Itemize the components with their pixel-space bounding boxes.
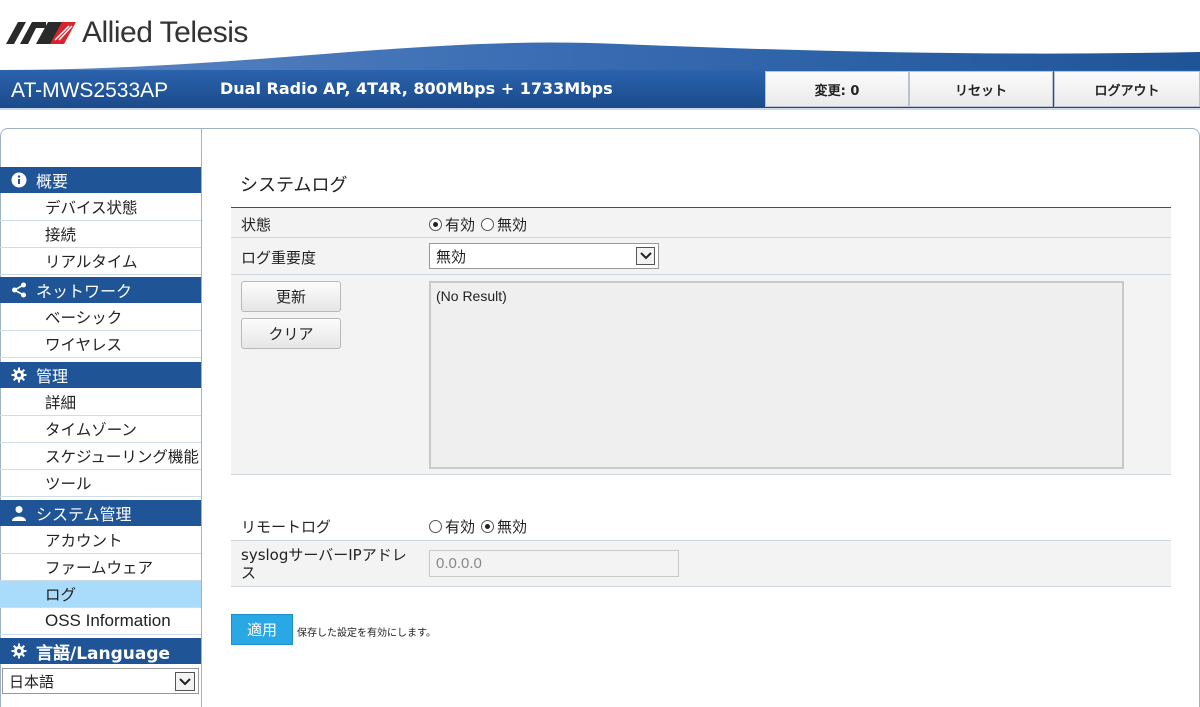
status-radio-group: 有効 無効 [429,214,533,235]
syslog-ip-input[interactable]: 0.0.0.0 [429,550,679,577]
severity-label: ログ重要度 [241,249,317,267]
severity-select[interactable]: 無効 [429,243,659,269]
language-select[interactable]: 日本語 [2,668,199,694]
gear-icon [10,367,27,384]
sidebar-section-label: システム管理 [36,505,132,524]
radio-button[interactable] [481,218,495,231]
severity-row [231,238,1171,275]
sidebar-item-realtime[interactable]: リアルタイム [0,248,201,275]
sidebar-section-label: 管理 [36,367,69,386]
brand-logo: Allied Telesis [6,14,248,52]
user-icon [10,505,27,522]
sidebar-section-label: 概要 [36,172,69,191]
brand-name: Allied Telesis [82,16,248,49]
sidebar-section-overview[interactable]: 概要 [0,167,201,193]
sidebar-item-wireless[interactable]: ワイヤレス [0,331,201,358]
sidebar-item-log[interactable]: ログ [0,581,201,608]
radio-button[interactable] [481,520,495,533]
share-icon [10,282,27,299]
sidebar-item-connections[interactable]: 接続 [0,221,201,248]
clear-button[interactable]: クリア [241,318,341,349]
gear-icon [10,643,27,660]
status-enable-label: 有効 [445,216,476,234]
status-disable-option[interactable]: 無効 [481,214,527,235]
sidebar-item-tools[interactable]: ツール [0,470,201,497]
remote-log-label: リモートログ [241,518,332,536]
status-disable-label: 無効 [497,216,528,234]
page-title: システムログ [240,175,348,196]
syslog-label: syslogサーバーIPアドレス [241,546,407,582]
sidebar-item-firmware[interactable]: ファームウェア [0,554,201,581]
status-row [231,208,1171,238]
remote-log-radio-group: 有効 無効 [429,516,533,537]
radio-button[interactable] [429,520,442,533]
apply-note: 保存した設定を有効にします。 [297,628,436,639]
model-name: AT-MWS2533AP [11,79,169,102]
language-select-value: 日本語 [9,672,55,691]
changes-button[interactable]: 変更: 0 [765,71,909,107]
model-description: Dual Radio AP, 4T4R, 800Mbps + 1733Mbps [220,79,613,98]
sidebar-item-account[interactable]: アカウント [0,527,201,554]
refresh-button[interactable]: 更新 [241,281,341,312]
info-icon [10,172,27,189]
sidebar-item-advanced[interactable]: 詳細 [0,389,201,416]
sidebar-item-scheduling[interactable]: スケジューリング機能 [0,443,201,470]
remote-log-enable-label: 有効 [445,518,476,536]
chevron-down-icon[interactable] [175,672,195,691]
sidebar-section-management[interactable]: 管理 [0,362,201,388]
reset-button[interactable]: リセット [909,71,1053,107]
status-enable-option[interactable]: 有効 [429,214,475,235]
log-output-textarea[interactable]: (No Result) [429,281,1124,469]
logout-button[interactable]: ログアウト [1054,71,1200,107]
header: Allied Telesis AT-MWS2533AP Dual Radio A… [0,0,1200,110]
sidebar-section-network[interactable]: ネットワーク [0,277,201,303]
status-label: 状態 [241,216,272,234]
sidebar-item-oss-information[interactable]: OSS Information [0,608,201,635]
sidebar-item-device-status[interactable]: デバイス状態 [0,194,201,221]
sidebar-section-label: 言語/Language [36,643,171,664]
remote-log-disable-label: 無効 [497,518,528,536]
radio-button[interactable] [429,218,442,231]
severity-select-value: 無効 [436,247,467,266]
remote-log-disable-option[interactable]: 無効 [481,516,527,537]
sidebar-item-basic[interactable]: ベーシック [0,304,201,331]
sidebar-section-language[interactable]: 言語/Language [0,638,201,664]
chevron-down-icon[interactable] [636,247,655,265]
allied-telesis-logo-icon [6,22,76,44]
remote-log-enable-option[interactable]: 有効 [429,516,475,537]
sidebar-section-label: ネットワーク [36,282,133,301]
apply-button[interactable]: 適用 [231,614,293,645]
sidebar-section-system-admin[interactable]: システム管理 [0,500,201,526]
sidebar-item-timezone[interactable]: タイムゾーン [0,416,201,443]
